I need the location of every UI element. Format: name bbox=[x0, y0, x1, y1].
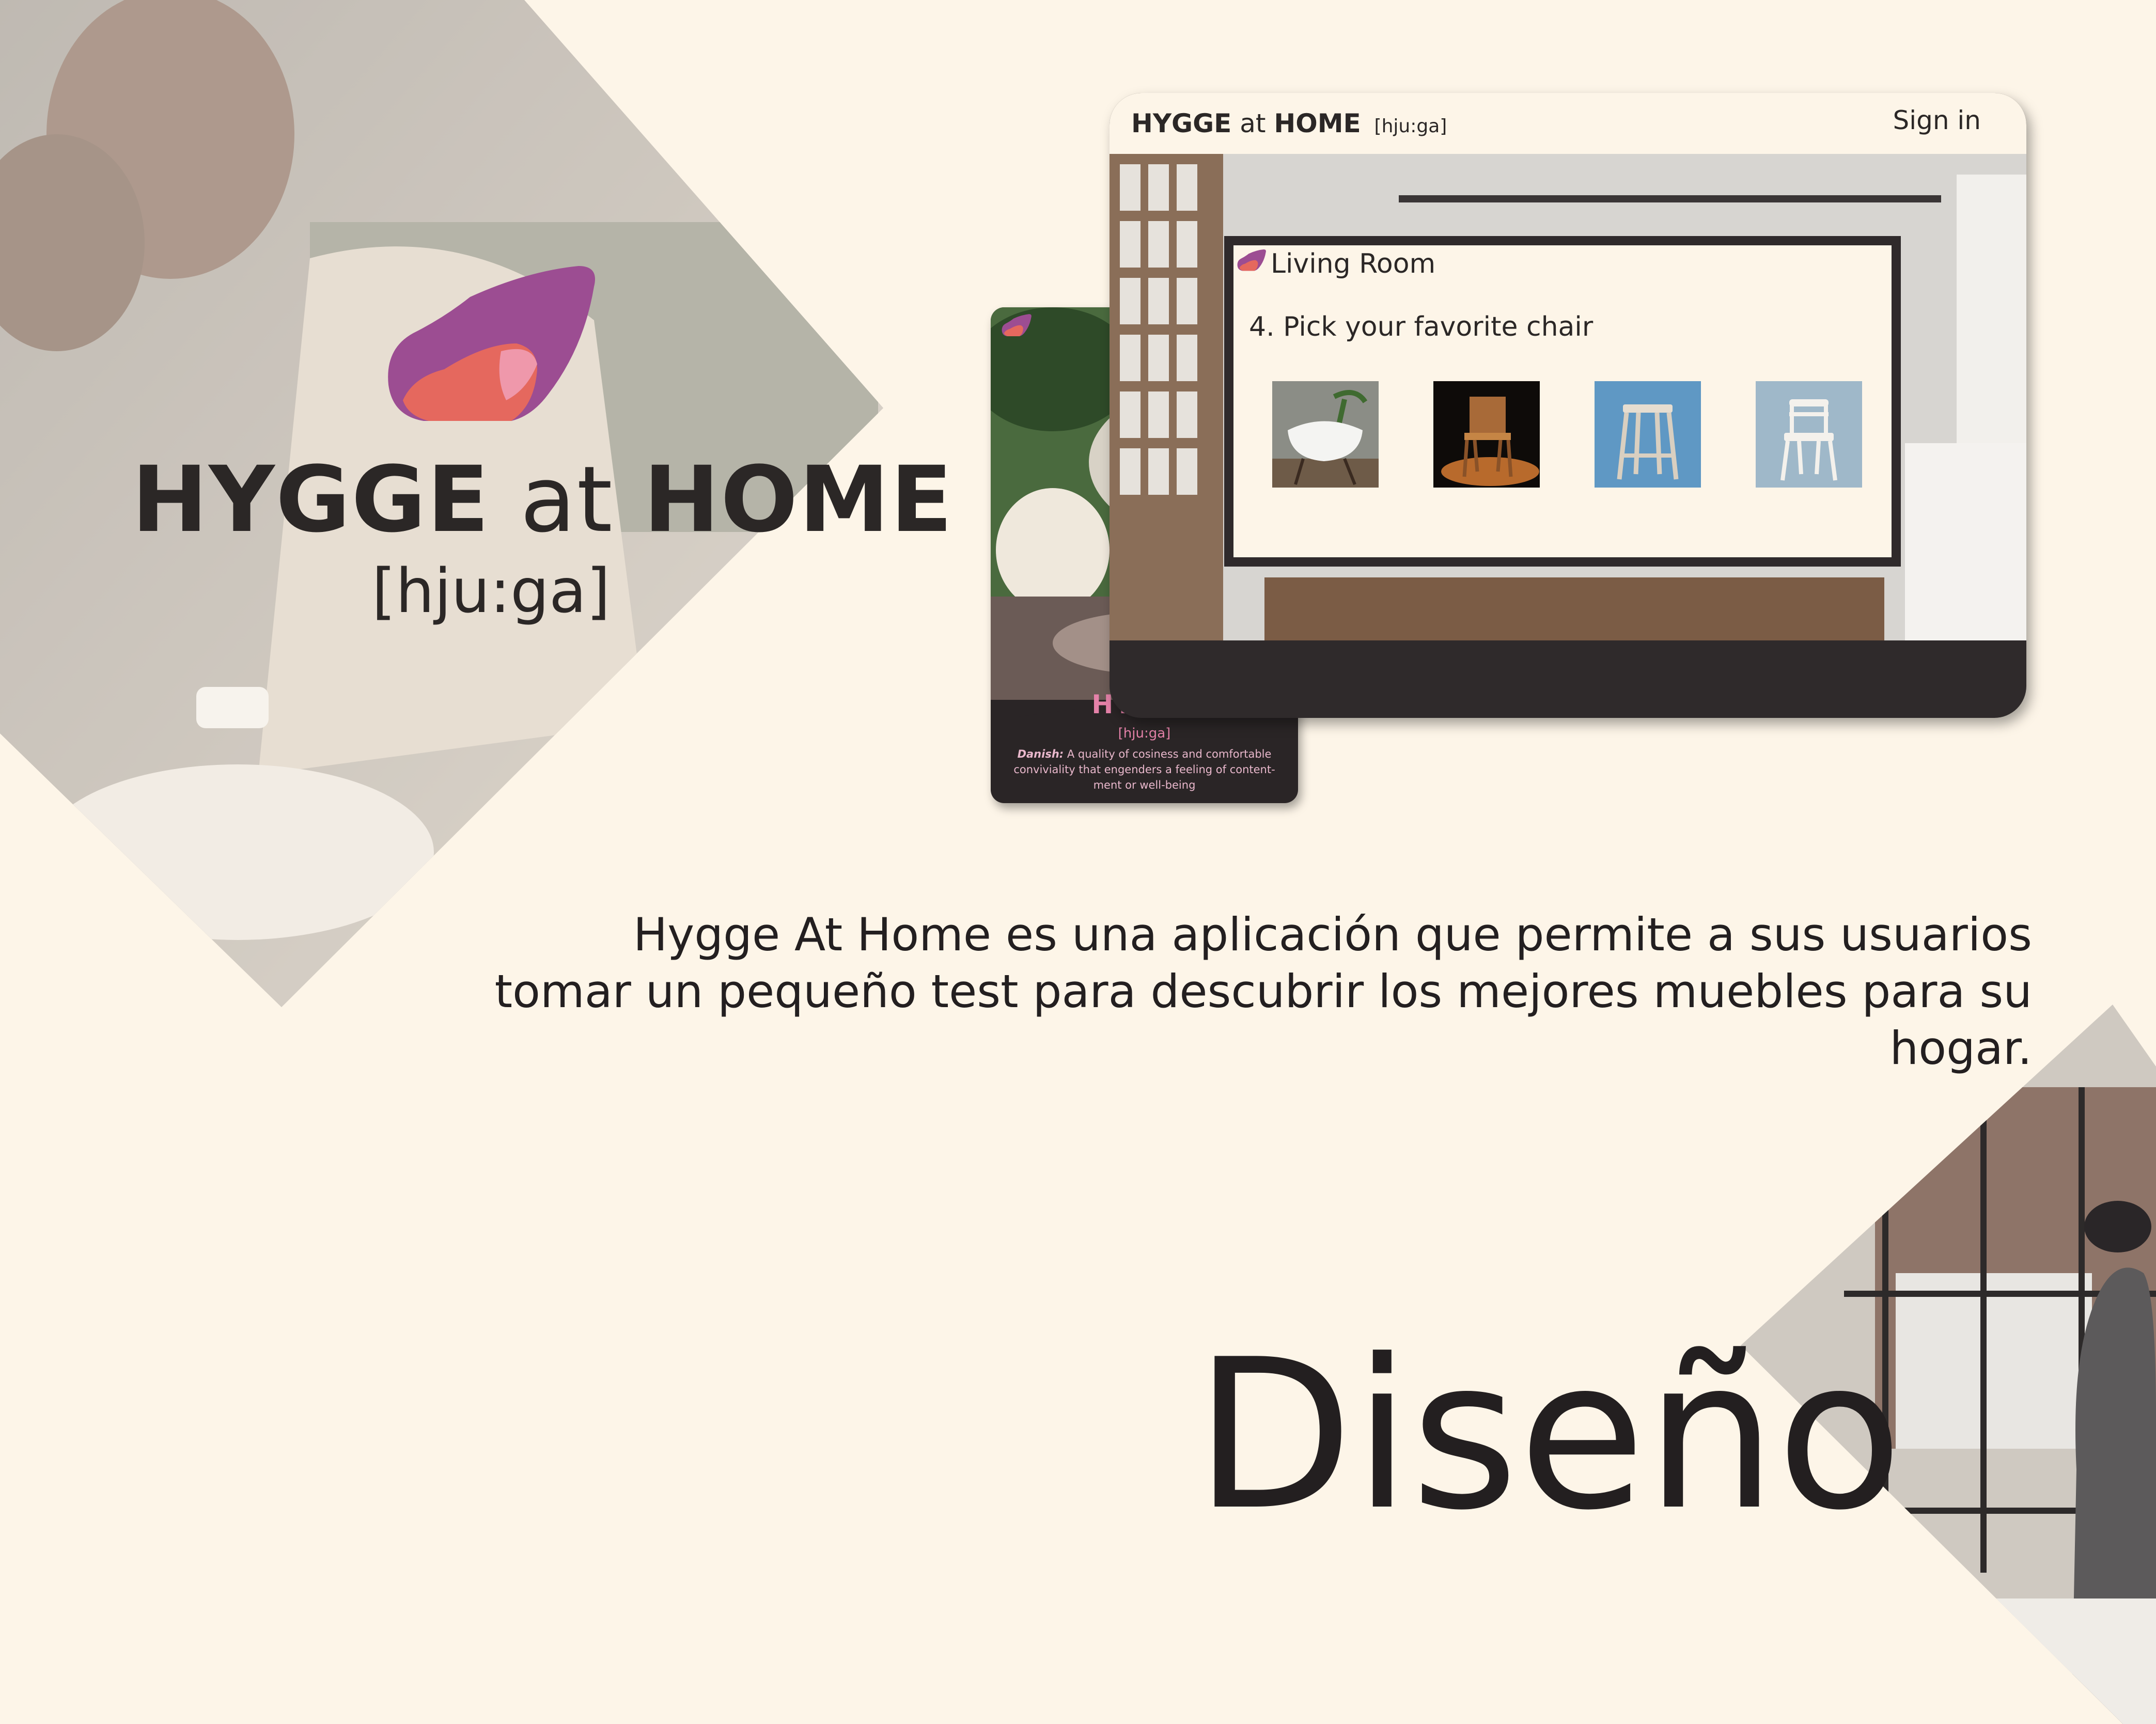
hygge-logo-icon bbox=[388, 266, 595, 421]
header-brand-at: at bbox=[1240, 108, 1266, 138]
mobile-logo-icon bbox=[1002, 314, 1032, 336]
quiz-question: 4. Pick your favorite chair bbox=[1249, 311, 1593, 342]
brand-wordmark: HYGGE at HOME bbox=[132, 454, 954, 545]
choice-white-bistro-chair[interactable] bbox=[1756, 381, 1862, 488]
section-heading: Diseño bbox=[1194, 1315, 1903, 1556]
choice-stool[interactable] bbox=[1595, 381, 1701, 488]
header-brand[interactable]: HYGGE at HOME [hju:ga] bbox=[1131, 108, 1447, 138]
quiz-logo-icon bbox=[1237, 249, 1266, 271]
mobile-definition: Danish: A quality of cosiness and comfor… bbox=[1006, 746, 1283, 793]
app-header: HYGGE at HOME [hju:ga] Sign in bbox=[1110, 93, 2026, 154]
sign-in-link[interactable]: Sign in bbox=[1893, 105, 1981, 135]
quiz-category-title: Living Room bbox=[1271, 248, 1436, 279]
desktop-mockup: HYGGE at HOME [hju:ga] Sign in Living Ro… bbox=[1110, 93, 2026, 718]
brand-word-home: HOME bbox=[643, 447, 954, 553]
quiz-card: Living Room 4. Pick your favorite chair bbox=[1224, 236, 1901, 567]
header-brand-home: HOME bbox=[1274, 108, 1361, 138]
definition-language: Danish: bbox=[1017, 748, 1064, 760]
mobile-phonetic: [hju:ga] bbox=[1118, 726, 1171, 741]
choice-wooden-chair[interactable] bbox=[1433, 381, 1540, 488]
brand-word-at: at bbox=[520, 447, 614, 553]
header-brand-phonetic: [hju:ga] bbox=[1374, 116, 1447, 137]
choice-white-shell-chair[interactable] bbox=[1272, 381, 1379, 488]
brand-phonetic: [hju:ga] bbox=[372, 555, 611, 626]
header-brand-hygge: HYGGE bbox=[1131, 108, 1232, 138]
brand-word-hygge: HYGGE bbox=[132, 447, 490, 553]
